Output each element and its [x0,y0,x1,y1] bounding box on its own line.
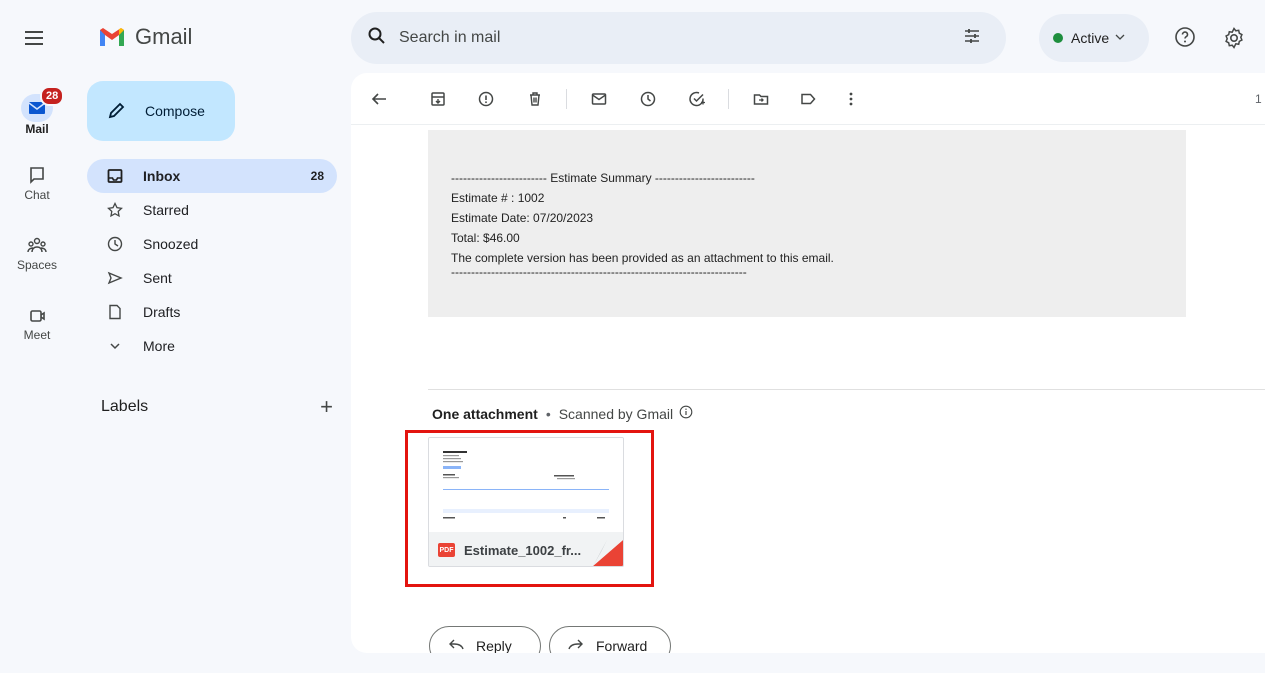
reply-button[interactable]: Reply [429,626,541,653]
app-name: Gmail [135,24,193,49]
unread-badge: 28 [40,86,65,106]
label-icon[interactable] [798,89,818,109]
star-icon [105,200,125,220]
search-options-icon[interactable] [962,26,982,51]
rail-mail[interactable]: 28 Mail [0,86,74,136]
compose-button[interactable]: Compose [87,81,235,141]
chat-icon [21,164,53,188]
estimate-summary: ------------------------ Estimate Summar… [428,130,1186,317]
mark-unread-icon[interactable] [589,89,609,109]
reply-icon [448,638,464,654]
status-dropdown[interactable]: Active [1039,14,1149,62]
search-bar[interactable]: Search in mail [351,12,1006,64]
rail-meet[interactable]: Meet [0,304,74,342]
rail-mail-label: Mail [25,122,49,136]
video-camera-icon [21,304,53,328]
search-input[interactable]: Search in mail [399,29,500,47]
summary-line: Total: $46.00 [451,231,520,245]
nav-label: Starred [143,202,189,218]
chevron-down-icon [1115,32,1125,44]
toolbar-divider [566,89,567,109]
nav-label: More [143,338,175,354]
add-label-icon[interactable]: + [320,396,333,418]
toolbar-divider [728,89,729,109]
add-to-tasks-icon[interactable] [687,89,707,109]
spaces-icon [21,234,53,258]
report-spam-icon[interactable] [476,89,496,109]
send-icon [105,268,125,288]
nav-item-snoozed[interactable]: Snoozed [87,227,337,261]
reply-label: Reply [476,638,512,653]
attachments-header: One attachment • Scanned by Gmail [432,405,693,422]
summary-line: Estimate Date: 07/20/2023 [451,211,594,225]
chevron-down-icon [105,336,125,356]
nav-item-starred[interactable]: Starred [87,193,337,227]
clock-icon [105,234,125,254]
labels-header: Labels + [101,396,333,418]
app-rail: 28 Mail Chat Spaces Meet [0,0,74,673]
forward-label: Forward [596,638,648,653]
nav-label: Inbox [143,168,181,184]
info-icon[interactable] [679,405,693,422]
message-view: 1 c ------------------------ Estimate Su… [351,73,1265,653]
rail-spaces[interactable]: Spaces [0,234,74,272]
summary-line: ------------------------ Estimate Summar… [451,171,755,185]
draft-icon [105,302,125,322]
rail-meet-label: Meet [23,328,51,342]
compose-label: Compose [145,103,205,119]
message-toolbar: 1 c [351,73,1265,125]
pencil-icon [107,100,127,123]
pager-text: 1 c [1254,92,1265,106]
main-menu-icon[interactable] [22,26,46,50]
nav-item-inbox[interactable]: Inbox 28 [87,159,337,193]
back-arrow-icon[interactable] [369,89,389,109]
gmail-logo[interactable]: Gmail [98,24,192,50]
rail-chat-label: Chat [24,188,50,202]
snooze-icon[interactable] [638,89,658,109]
bottom-edge [0,653,1265,673]
status-dot [1053,33,1063,43]
scan-note: Scanned by Gmail [558,405,674,422]
search-icon[interactable] [367,26,387,51]
nav-item-more[interactable]: More [87,329,337,363]
nav-item-drafts[interactable]: Drafts [87,295,337,329]
delete-icon[interactable] [525,89,545,109]
summary-line: Estimate # : 1002 [451,191,545,205]
help-icon[interactable] [1174,26,1196,53]
rail-spaces-label: Spaces [16,258,58,272]
nav-item-sent[interactable]: Sent [87,261,337,295]
attachments-title: One attachment [432,405,538,422]
mail-icon: 28 [21,86,65,122]
inbox-count: 28 [310,169,324,183]
labels-title: Labels [101,398,149,415]
move-to-icon[interactable] [751,89,771,109]
status-label: Active [1071,30,1110,46]
archive-icon[interactable] [428,89,448,109]
nav-label: Sent [143,270,172,286]
highlight-box [405,430,654,587]
gear-icon[interactable] [1222,26,1246,55]
rail-chat[interactable]: Chat [0,164,74,202]
forward-icon [568,638,584,654]
inbox-icon [105,166,125,186]
mail-nav: Inbox 28 Starred Snoozed Sent Drafts Mor… [87,159,337,363]
nav-label: Drafts [143,304,181,320]
forward-button[interactable]: Forward [549,626,671,653]
gmail-m-icon [100,28,124,46]
nav-label: Snoozed [143,236,199,252]
more-options-icon[interactable] [841,89,861,109]
attachments-divider [428,389,1265,390]
